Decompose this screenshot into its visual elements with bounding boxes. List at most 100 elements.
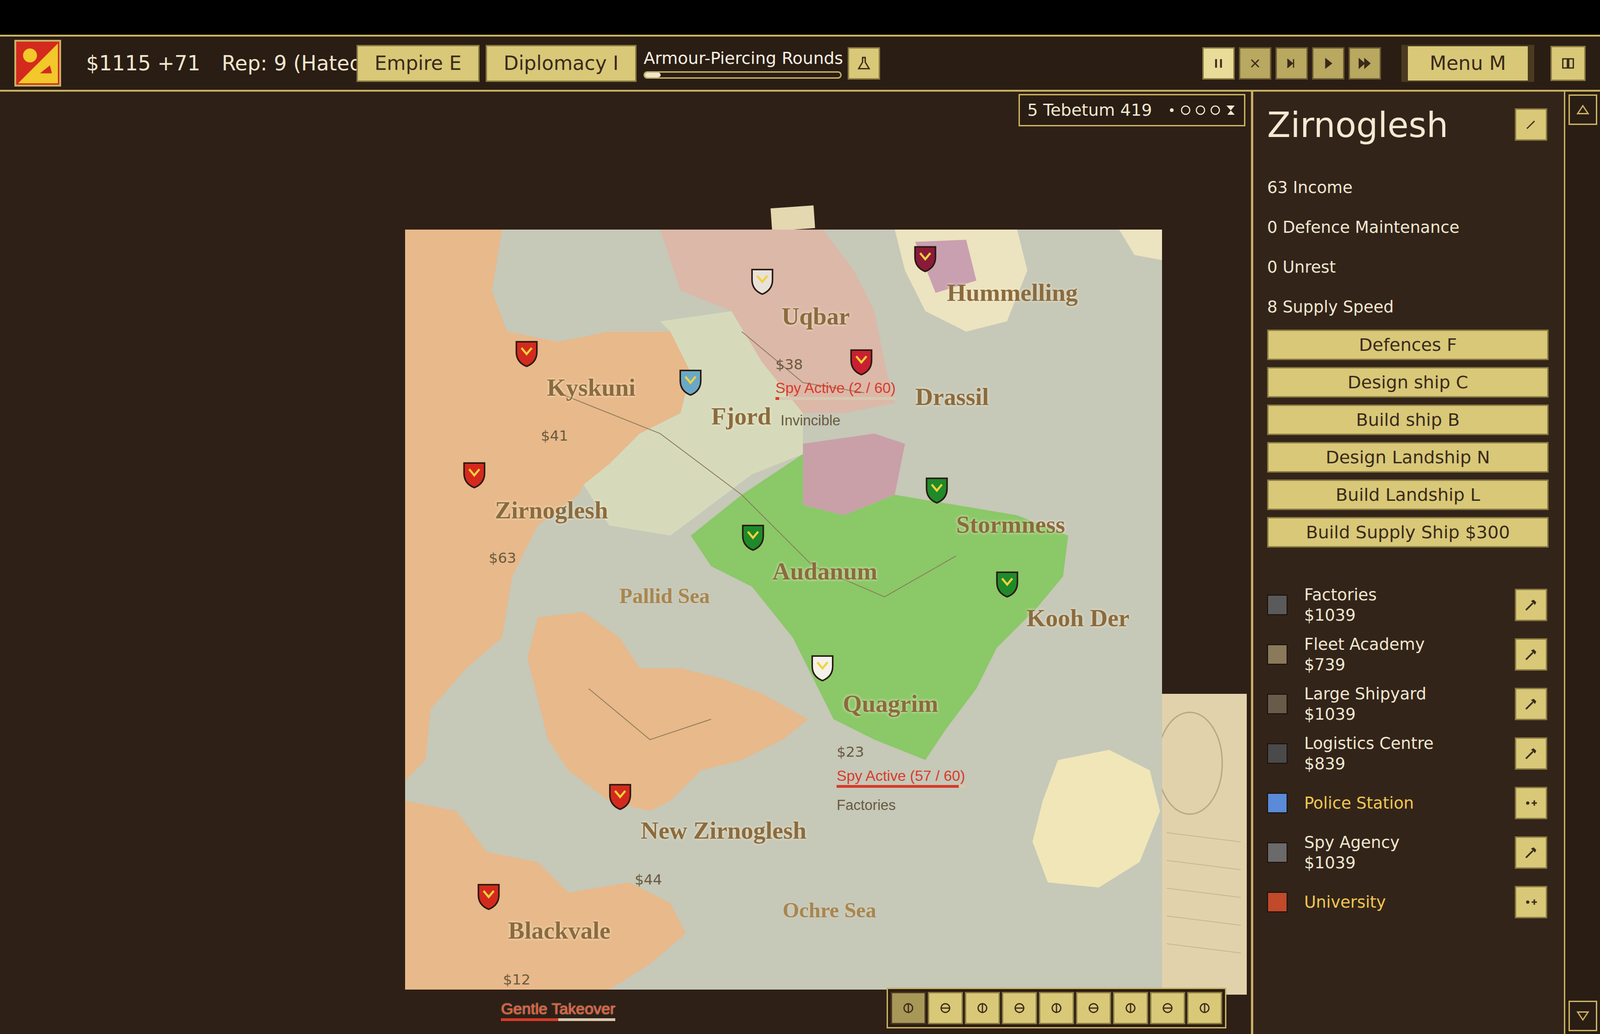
faction-shield[interactable]	[923, 476, 950, 506]
faction-shield[interactable]	[513, 339, 540, 369]
scroll-up-button[interactable]	[1568, 94, 1598, 125]
hammer-icon	[1523, 646, 1539, 663]
map-mode-icon	[1197, 1000, 1213, 1016]
operation-status: Spy Active (57 / 60)	[836, 768, 965, 788]
top-button[interactable]: Diplomacy I	[485, 44, 637, 82]
faction-shield[interactable]	[461, 461, 488, 490]
hammer-icon	[1523, 597, 1539, 613]
building-row: Factories$1039	[1267, 580, 1550, 630]
speed-button[interactable]	[1348, 47, 1382, 80]
sea-label: Ochre Sea	[782, 900, 876, 922]
action-button[interactable]: Design ship C	[1267, 367, 1549, 398]
map-toolbar	[886, 987, 1227, 1029]
shield-icon[interactable]	[677, 368, 704, 398]
building-icon	[1267, 644, 1288, 665]
speed-button[interactable]	[1238, 47, 1272, 80]
shield-icon[interactable]	[606, 782, 634, 812]
action-button[interactable]: Design Landship N	[1267, 442, 1549, 473]
arrow-up-icon	[1575, 101, 1591, 118]
map-mode-button[interactable]	[1150, 992, 1186, 1025]
building-row: Fleet Academy$739	[1267, 629, 1550, 680]
build-button[interactable]	[1514, 687, 1548, 721]
hammer-icon	[1523, 696, 1539, 713]
action-button[interactable]: Defences F	[1267, 329, 1549, 361]
scrollbar[interactable]	[1563, 91, 1600, 1034]
research-button[interactable]	[847, 47, 881, 80]
shield-icon[interactable]	[475, 882, 502, 912]
demolish-button[interactable]	[1514, 886, 1548, 919]
speed-button[interactable]	[1312, 47, 1345, 80]
stat-line: 63 Income	[1267, 167, 1550, 208]
shield-icon[interactable]	[809, 654, 836, 683]
demolish-button[interactable]	[1514, 787, 1548, 820]
faction-shield[interactable]	[677, 368, 704, 398]
faction-shield[interactable]	[848, 348, 875, 377]
shield-icon[interactable]	[912, 244, 939, 274]
reputation: Rep: 9 (Hated)	[221, 48, 357, 79]
action-button[interactable]: Build ship B	[1267, 404, 1549, 436]
faction-shield[interactable]	[993, 570, 1021, 600]
map-mode-button[interactable]	[1038, 992, 1075, 1025]
build-button[interactable]	[1514, 638, 1548, 671]
shield-icon[interactable]	[848, 348, 875, 377]
map-mode-button[interactable]	[890, 992, 926, 1025]
region-label: Kooh Der	[1026, 606, 1130, 631]
flask-icon	[856, 55, 872, 72]
region-label: Audanum	[772, 559, 878, 584]
speed-icon	[1284, 56, 1300, 71]
speed-dots-icon	[1167, 103, 1237, 117]
faction-shield[interactable]	[606, 782, 634, 812]
world-map[interactable]: UqbarHummellingKyskuniFjordDrassilZirnog…	[405, 229, 1163, 990]
faction-shield[interactable]	[475, 882, 502, 912]
faction-shield[interactable]	[809, 654, 836, 683]
rename-button[interactable]	[1514, 108, 1548, 141]
speed-button[interactable]	[1202, 47, 1235, 80]
faction-shield[interactable]	[749, 267, 776, 297]
map-mode-icon	[975, 1000, 990, 1016]
shield-icon[interactable]	[461, 461, 488, 490]
build-button[interactable]	[1514, 836, 1548, 869]
region-label: Blackvale	[508, 918, 611, 944]
map-mode-button[interactable]	[964, 992, 1000, 1025]
operation-progress	[775, 397, 896, 400]
region-label: Drassil	[915, 384, 989, 410]
speed-icon	[1357, 56, 1373, 71]
income-label: $63	[488, 550, 517, 566]
map-mode-button[interactable]	[927, 992, 963, 1025]
research[interactable]: Armour-Piercing Rounds	[643, 48, 842, 79]
top-strip	[0, 0, 1600, 35]
faction-shield[interactable]	[912, 244, 939, 274]
speed-icon	[1211, 56, 1226, 71]
menu-button[interactable]: Menu M	[1401, 44, 1535, 82]
demolish-icon	[1523, 894, 1539, 911]
action-button[interactable]: Build Supply Ship $300	[1267, 517, 1549, 548]
shield-icon[interactable]	[749, 267, 776, 297]
faction-flag[interactable]	[14, 39, 62, 87]
shield-icon[interactable]	[739, 523, 767, 553]
map-mode-icon	[900, 1000, 916, 1016]
shield-icon[interactable]	[923, 476, 950, 506]
income-label: $12	[503, 972, 531, 988]
map-mode-button[interactable]	[1112, 992, 1149, 1025]
book-button[interactable]	[1550, 45, 1586, 82]
action-button[interactable]: Build Landship L	[1267, 479, 1549, 511]
scroll-down-button[interactable]	[1568, 1000, 1598, 1032]
note-paper	[770, 205, 815, 232]
sea-label: Pallid Sea	[619, 585, 711, 607]
build-button[interactable]	[1514, 588, 1548, 622]
building-icon	[1267, 892, 1288, 913]
map-mode-button[interactable]	[1075, 992, 1112, 1025]
book-icon	[1560, 55, 1576, 72]
faction-shield[interactable]	[739, 523, 767, 553]
build-button[interactable]	[1514, 737, 1548, 770]
building-icon	[1267, 842, 1288, 863]
map-mode-button[interactable]	[1001, 992, 1038, 1025]
region-label: Uqbar	[781, 304, 850, 329]
speed-button[interactable]	[1275, 47, 1308, 80]
map-mode-button[interactable]	[1187, 992, 1223, 1025]
shield-icon[interactable]	[993, 570, 1021, 600]
top-button[interactable]: Empire E	[356, 44, 480, 82]
region-label: Stormness	[956, 512, 1066, 538]
region-label: Quagrim	[843, 691, 939, 717]
shield-icon[interactable]	[513, 339, 540, 369]
